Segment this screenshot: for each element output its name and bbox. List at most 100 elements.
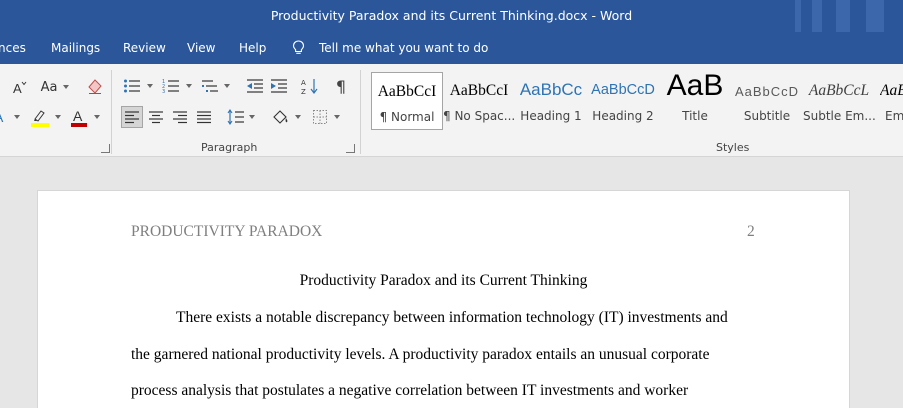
svg-text:Z: Z xyxy=(301,88,306,95)
style-name: Heading 2 xyxy=(592,109,654,123)
justify-icon xyxy=(197,111,211,124)
highlight-chevron-icon[interactable] xyxy=(55,115,61,119)
decrease-indent-button[interactable] xyxy=(244,75,266,97)
shading-button[interactable] xyxy=(268,106,292,128)
show-formatting-marks-button[interactable]: ¶ xyxy=(330,75,352,97)
align-right-icon xyxy=(173,111,187,124)
decrease-indent-icon xyxy=(247,79,263,93)
style-preview: AaB xyxy=(666,69,724,102)
tab-review[interactable]: Review xyxy=(123,41,166,55)
style-heading-1[interactable]: AaBbCc Heading 1 xyxy=(515,72,587,130)
style-name: Subtle Em... xyxy=(803,109,875,123)
style-heading-2[interactable]: AaBbCcD Heading 2 xyxy=(587,72,659,130)
bullets-icon xyxy=(124,79,140,93)
align-left-icon xyxy=(125,111,139,124)
svg-text:A: A xyxy=(0,109,4,125)
text-effects-icon: A xyxy=(0,109,4,125)
style-name: Title xyxy=(682,109,708,123)
style-preview: AaBbCcI xyxy=(449,82,509,99)
ribbon: A Aa A A xyxy=(0,64,903,157)
shading-chevron-icon[interactable] xyxy=(295,115,301,119)
style-normal[interactable]: AaBbCcI ¶ Normal xyxy=(371,72,443,130)
tab-help[interactable]: Help xyxy=(239,41,266,55)
font-color-chevron-icon[interactable] xyxy=(94,115,100,119)
style-preview: AaBbCcL xyxy=(808,82,870,99)
lightbulb-icon[interactable] xyxy=(292,40,305,55)
style-name: Heading 1 xyxy=(520,109,582,123)
tab-view[interactable]: View xyxy=(187,41,215,55)
eraser-icon xyxy=(88,79,102,94)
style-preview: AaB xyxy=(880,82,903,99)
style-name: ¶ No Spac... xyxy=(443,109,515,123)
bullets-chevron-icon[interactable] xyxy=(147,84,153,88)
change-case-chevron-icon[interactable] xyxy=(63,85,69,89)
text-effects-chevron-icon[interactable] xyxy=(14,115,20,119)
shading-bucket-icon xyxy=(273,110,288,124)
style-name: Subtitle xyxy=(743,109,791,123)
running-head: PRODUCTIVITY PARADOX xyxy=(131,223,323,240)
page-number: 2 xyxy=(747,223,755,240)
tell-me-search[interactable]: Tell me what you want to do xyxy=(319,41,488,55)
document-page[interactable]: PRODUCTIVITY PARADOX 2 Productivity Para… xyxy=(37,190,850,408)
paragraph-dialog-launcher-icon[interactable] xyxy=(346,144,355,153)
change-case-label: Aa xyxy=(40,79,58,95)
style-emphasis[interactable]: AaB Em xyxy=(875,72,903,130)
numbering-chevron-icon[interactable] xyxy=(186,84,192,88)
styles-group-label: Styles xyxy=(716,141,750,154)
style-preview: AaBbCcD xyxy=(591,82,655,98)
style-name: ¶ Normal xyxy=(379,110,435,124)
style-preview: AaBbCcI xyxy=(377,83,437,100)
numbering-icon: 1 2 3 xyxy=(162,79,179,94)
multilevel-list-button[interactable] xyxy=(199,75,221,97)
highlighter-icon xyxy=(31,110,49,127)
svg-text:3: 3 xyxy=(162,89,165,94)
align-center-button[interactable] xyxy=(145,106,167,128)
style-subtle-emphasis[interactable]: AaBbCcL Subtle Em... xyxy=(803,72,875,130)
style-name: Em xyxy=(885,109,903,123)
svg-text:A: A xyxy=(301,79,306,87)
line-spacing-button[interactable] xyxy=(225,106,247,128)
align-left-button[interactable] xyxy=(121,106,143,128)
borders-button[interactable] xyxy=(309,106,331,128)
style-title[interactable]: AaB Title xyxy=(659,69,731,130)
document-canvas: PRODUCTIVITY PARADOX 2 Productivity Para… xyxy=(0,158,903,408)
borders-chevron-icon[interactable] xyxy=(334,115,340,119)
font-color-icon: A xyxy=(71,108,87,127)
align-right-button[interactable] xyxy=(169,106,191,128)
numbering-button[interactable]: 1 2 3 xyxy=(160,75,182,97)
font-color-button[interactable]: A xyxy=(68,106,90,128)
bullets-button[interactable] xyxy=(121,75,143,97)
clear-formatting-button[interactable] xyxy=(84,75,106,97)
tab-references[interactable]: nces xyxy=(0,41,26,55)
align-center-icon xyxy=(149,111,163,124)
tab-mailings[interactable]: Mailings xyxy=(51,41,100,55)
body-line: process analysis that postulates a negat… xyxy=(131,382,689,399)
svg-text:A: A xyxy=(13,81,22,95)
document-title: Productivity Paradox and its Current Thi… xyxy=(299,272,588,289)
text-effects-button[interactable]: A xyxy=(0,106,8,128)
shrink-font-button[interactable]: A xyxy=(10,76,28,98)
style-preview: AaBbCcD xyxy=(734,84,800,99)
sort-button[interactable]: A Z xyxy=(299,75,321,97)
multilevel-list-icon xyxy=(202,80,218,92)
svg-text:A: A xyxy=(73,108,83,124)
multilevel-chevron-icon[interactable] xyxy=(224,84,230,88)
style-subtitle[interactable]: AaBbCcD Subtitle xyxy=(731,72,803,130)
style-no-spacing[interactable]: AaBbCcI ¶ No Spac... xyxy=(443,72,515,130)
font-dialog-launcher-icon[interactable] xyxy=(101,144,110,153)
increase-indent-button[interactable] xyxy=(268,75,290,97)
justify-button[interactable] xyxy=(193,106,215,128)
shrink-font-icon: A xyxy=(13,81,27,95)
style-preview: AaBbCc xyxy=(519,80,583,99)
sort-icon: A Z xyxy=(301,79,318,95)
change-case-button[interactable]: Aa xyxy=(36,76,62,98)
line-spacing-chevron-icon[interactable] xyxy=(249,115,255,119)
title-bar: Productivity Paradox and its Current Thi… xyxy=(0,0,903,32)
pilcrow-icon: ¶ xyxy=(335,76,347,96)
line-spacing-icon xyxy=(227,109,244,125)
body-line: There exists a notable discrepancy betwe… xyxy=(176,309,728,326)
highlight-color-button[interactable] xyxy=(28,106,52,128)
body-line: the garnered national productivity level… xyxy=(131,346,710,363)
group-separator xyxy=(111,70,112,154)
group-separator xyxy=(360,70,361,154)
